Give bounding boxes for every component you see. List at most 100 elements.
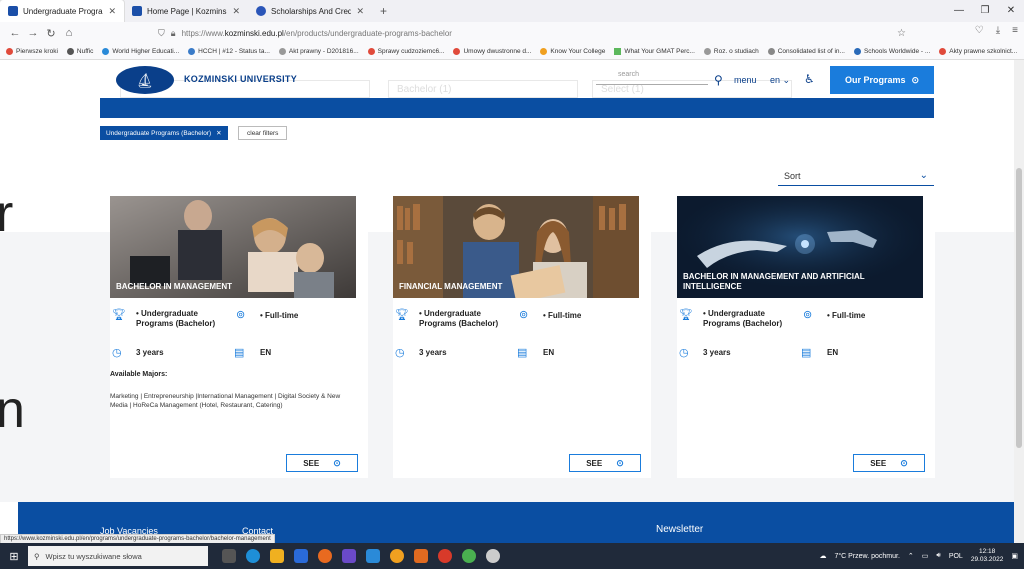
program-mode: • Full-time	[827, 311, 866, 320]
bookmark-item[interactable]: Sprawy cudzoziemc6...	[367, 48, 444, 55]
window-controls: — ❐ ✕	[946, 0, 1024, 22]
edge-icon[interactable]	[246, 549, 260, 563]
app-icon[interactable]	[438, 549, 452, 563]
close-tab-icon[interactable]: ✕	[356, 6, 364, 17]
bookmark-item[interactable]: Pierwsze kroki	[6, 48, 58, 55]
settings-icon[interactable]	[486, 549, 500, 563]
new-tab-button[interactable]: +	[372, 4, 395, 18]
page-scrollbar[interactable]	[1014, 60, 1024, 543]
program-duration: 3 years	[136, 348, 164, 357]
chevron-down-icon: ⌄	[782, 75, 791, 85]
program-image[interactable]: FINANCIAL MANAGEMENT	[393, 196, 639, 298]
pocket-icon[interactable]: ♡	[975, 25, 984, 36]
weather-text[interactable]: 7°C Przew. pochmur.	[834, 553, 899, 560]
taskbar-apps	[222, 549, 500, 563]
volume-icon[interactable]: 🔊︎	[936, 552, 940, 560]
menu-link[interactable]: menu	[734, 75, 757, 85]
chevron-down-icon: ⌄	[919, 170, 928, 181]
file-explorer-icon[interactable]	[270, 549, 284, 563]
footer-newsletter[interactable]: Newsletter	[656, 524, 703, 535]
lock-icon: 🔒︎	[170, 27, 176, 38]
arrow-circle-icon: ⊙	[900, 457, 908, 468]
program-card[interactable]: FINANCIAL MANAGEMENT 🏆︎ • Undergraduate …	[393, 196, 651, 478]
majors-heading: Available Majors:	[110, 371, 168, 378]
program-title: FINANCIAL MANAGEMENT	[399, 282, 503, 291]
see-button[interactable]: SEE ⊙	[853, 454, 925, 472]
bookmark-item[interactable]: What Your GMAT Perc...	[614, 48, 695, 55]
notifications-icon[interactable]: ▣	[1011, 552, 1018, 560]
brand-name[interactable]: KOZMINSKI UNIVERSITY	[184, 74, 297, 84]
program-duration: 3 years	[703, 348, 731, 357]
close-tab-icon[interactable]: ✕	[108, 6, 116, 17]
download-icon[interactable]: ⤓	[996, 25, 1000, 36]
weather-icon[interactable]: ☁	[819, 552, 826, 560]
network-icon[interactable]: ▭	[922, 552, 929, 560]
kozminski-favicon	[8, 6, 18, 16]
teams-icon[interactable]	[342, 549, 356, 563]
back-icon[interactable]: ←	[6, 27, 24, 39]
reload-icon[interactable]: ↻	[42, 27, 60, 40]
see-button[interactable]: SEE ⊙	[569, 454, 641, 472]
program-card[interactable]: BACHELOR IN MANAGEMENT AND ARTIFICIAL IN…	[677, 196, 935, 478]
outlook-icon[interactable]	[294, 549, 308, 563]
clock-icon: ◷	[395, 347, 405, 359]
close-window-icon[interactable]: ✕	[998, 0, 1024, 22]
tray-chevron-icon[interactable]: ⌃	[908, 552, 914, 560]
task-view-icon[interactable]	[222, 549, 236, 563]
taskbar-search-input[interactable]: ⚲ Wpisz tu wyszukiwane słowa	[28, 546, 208, 566]
windows-start-icon[interactable]: ⊞	[0, 543, 28, 569]
program-image[interactable]: BACHELOR IN MANAGEMENT	[110, 196, 356, 298]
tab-home-page[interactable]: Home Page | Kozminski Unive ✕	[124, 0, 248, 22]
app-icon[interactable]	[414, 549, 428, 563]
tab-scholarships[interactable]: Scholarships And Credits ✕	[248, 0, 372, 22]
clock[interactable]: 12:18 29.03.2022	[971, 548, 1004, 564]
search-input[interactable]: search	[618, 71, 639, 78]
home-icon[interactable]: ⌂	[60, 27, 78, 39]
forward-icon[interactable]: →	[24, 27, 42, 39]
maximize-icon[interactable]: ❐	[972, 0, 998, 22]
active-filter-chip[interactable]: Undergraduate Programs (Bachelor) ✕	[100, 126, 228, 140]
sort-dropdown[interactable]: Sort ⌄	[778, 166, 934, 186]
accessibility-icon[interactable]: ♿︎	[804, 72, 815, 86]
language-select[interactable]: en ⌄	[770, 75, 790, 86]
document-icon: ▤	[517, 347, 528, 359]
minimize-icon[interactable]: —	[946, 0, 972, 22]
arrow-circle-icon: ⊙	[616, 457, 624, 468]
our-programs-button[interactable]: Our Programs ⊙	[830, 66, 934, 94]
link-status-bar: https://www.kozminski.edu.pl/en/programs…	[0, 534, 275, 543]
bookmark-item[interactable]: Nuffic	[66, 48, 93, 55]
see-button[interactable]: SEE ⊙	[286, 454, 358, 472]
url-path: /en/products/undergraduate-programs-bach…	[283, 28, 452, 38]
search-underline	[596, 84, 708, 85]
bookmark-item[interactable]: Roz. o studiach	[703, 48, 759, 55]
bookmark-item[interactable]: HCCH | #12 - Status ta...	[188, 48, 270, 55]
chrome-icon[interactable]	[390, 549, 404, 563]
keyboard-lang[interactable]: POL	[949, 553, 963, 560]
bookmark-item[interactable]: Akty prawne szkolnict...	[939, 48, 1017, 55]
clear-filters-button[interactable]: clear filters	[238, 126, 288, 140]
address-bar[interactable]: ⛉ 🔒︎ https://www. kozminski.edu.pl/en/pro…	[158, 25, 906, 41]
tab-undergraduate-programs[interactable]: Undergraduate Programs (Bach ✕	[0, 0, 124, 22]
program-image[interactable]: BACHELOR IN MANAGEMENT AND ARTIFICIAL IN…	[677, 196, 923, 298]
bookmark-item[interactable]: Akt prawny - D201816...	[278, 48, 359, 55]
bookmark-item[interactable]: Umowy dwustronne d...	[453, 48, 531, 55]
close-tab-icon[interactable]: ✕	[232, 6, 240, 17]
scrollbar-thumb[interactable]	[1016, 168, 1022, 448]
app-icon[interactable]	[462, 549, 476, 563]
firefox-icon[interactable]	[318, 549, 332, 563]
bookmark-item[interactable]: Consolidated list of in...	[767, 48, 845, 55]
ghost-filter-field: Select (1)	[592, 80, 792, 98]
site-header: Bachelor (1) Select (1) ⛵︎ KOZMINSKI UNI…	[100, 60, 934, 118]
program-card[interactable]: BACHELOR IN MANAGEMENT 🏆︎ • Undergraduat…	[110, 196, 368, 478]
bookmark-star-icon[interactable]: ☆	[897, 28, 906, 39]
bookmark-item[interactable]: World Higher Educati...	[102, 48, 179, 55]
word-icon[interactable]	[366, 549, 380, 563]
bookmark-item[interactable]: Schools Worldwide - ...	[853, 48, 930, 55]
program-language: EN	[260, 348, 272, 357]
kozminski-logo[interactable]: ⛵︎	[116, 66, 174, 94]
search-icon[interactable]: ⚲	[714, 73, 723, 87]
web-page: r n Bachelor (1) Select (1) ⛵︎ KOZMINSKI…	[0, 60, 1014, 543]
hamburger-menu-icon[interactable]: ≡	[1012, 25, 1018, 36]
program-language: EN	[543, 348, 555, 357]
bookmark-item[interactable]: Know Your College	[540, 48, 605, 55]
